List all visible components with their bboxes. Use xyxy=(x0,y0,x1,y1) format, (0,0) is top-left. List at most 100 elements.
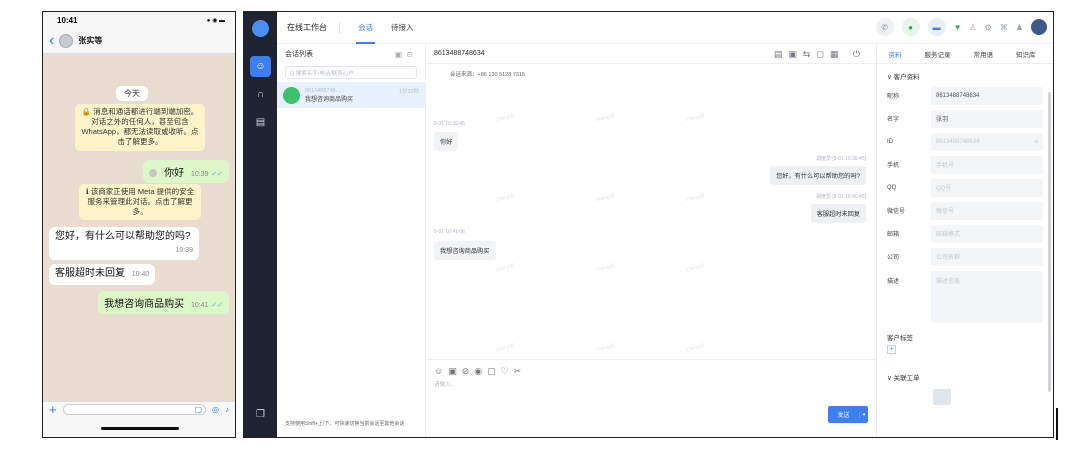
message-input[interactable]: ▢ xyxy=(62,404,207,415)
qq-field[interactable]: QQ号 xyxy=(931,178,1043,197)
microphone-icon[interactable]: ♪ xyxy=(225,405,229,414)
field-label: 昵称 xyxy=(887,94,900,100)
user-icon[interactable]: ♟ xyxy=(1016,23,1023,32)
chevron-down-icon[interactable]: ▾ xyxy=(859,411,868,418)
chat-nav-icon[interactable]: ☺ xyxy=(250,56,271,77)
contact-name[interactable]: 张实等 xyxy=(78,35,102,46)
avatar[interactable] xyxy=(1031,19,1047,35)
conversation-text: 8613488748... 我想咨询商品购买 xyxy=(305,88,399,103)
avatar[interactable] xyxy=(59,33,74,48)
lock-icon: ⌂ xyxy=(1034,138,1038,145)
customer-section-title[interactable]: ∨ 客户资料 xyxy=(877,64,1053,84)
top-bar-actions: ✆ ● ▬ ▼ ♙ ⚙ ⌘ ♟ xyxy=(875,18,1047,36)
field-label: 名字 xyxy=(887,117,900,123)
nickname-field[interactable]: 8613488748634 xyxy=(931,86,1043,105)
agent-message: 您好，有什么可以帮助您的吗? xyxy=(770,166,866,185)
field-label: ID xyxy=(887,138,893,145)
message-time: 10:40 xyxy=(131,271,150,278)
chat-toolbar-icons[interactable]: ▤▣⇆◻▦ ⏻ xyxy=(774,49,866,60)
chat-body: 今天 🔒 消息和通话都进行端到端加密。对话之外的任何人，甚至包含 WhatsAp… xyxy=(43,54,235,403)
back-icon[interactable]: ‹ xyxy=(49,32,54,49)
tab-profile[interactable]: 资料 xyxy=(889,49,902,59)
message-timestamp: 调度员 [6-01 10:39:45] xyxy=(815,156,866,162)
field-label: 微信号 xyxy=(887,209,906,215)
mobile-field[interactable]: 手机号 xyxy=(931,155,1043,174)
field-label: 公司 xyxy=(887,255,900,261)
message-text: 客服超时未回复 xyxy=(55,268,125,279)
contact-icon xyxy=(149,169,158,178)
left-rail: ☺ ∩ ▤ ❐ xyxy=(244,12,277,437)
agent-workspace: ☺ ∩ ▤ ❐ 在线工作台 会话 待接入 ✆ ● ▬ ▼ ♙ ⚙ ⌘ ♟ 会话列… xyxy=(243,11,1054,438)
empty-document-icon xyxy=(933,389,951,405)
message-status[interactable]: ▬ xyxy=(927,18,946,36)
bell-icon[interactable]: ♙ xyxy=(969,23,976,32)
tab-common-phrases[interactable]: 常用语 xyxy=(974,49,994,59)
tab-service-records[interactable]: 服务记录 xyxy=(925,49,951,59)
list-actions-icon[interactable]: ▣⊙ xyxy=(395,50,417,59)
field-label: 邮箱 xyxy=(887,232,900,238)
camera-icon[interactable]: ◎ xyxy=(212,405,219,414)
sticker-icon[interactable]: ▢ xyxy=(194,405,202,414)
email-field[interactable]: 邮箱格式 xyxy=(931,224,1043,243)
tools-icon[interactable]: ⌘ xyxy=(1000,23,1008,32)
field-row: 昵称 8613488748634 xyxy=(877,84,1053,107)
add-tag-button[interactable]: + xyxy=(887,345,896,354)
composer: ☺▣⊘◉▢♡✂ 请输入... 发送 ▾ xyxy=(426,359,876,437)
wechat-field[interactable]: 微信号 xyxy=(931,201,1043,220)
tab-sessions[interactable]: 会话 xyxy=(356,22,375,44)
whatsapp-phone: 10:41 ● ◉ ▬ ‹ 张实等 今天 🔒 消息和通话都进行端到端加密。对话之… xyxy=(42,11,236,438)
status-icons: ● ◉ ▬ xyxy=(206,17,225,24)
status-toggle[interactable]: ● xyxy=(901,18,920,36)
status-bar: 10:41 ● ◉ ▬ xyxy=(43,12,235,28)
edge-marker xyxy=(1056,408,1058,440)
tickets-section-title[interactable]: ∨ 关联工单 xyxy=(877,354,1053,385)
message-time: 10:41 xyxy=(190,302,209,309)
field-row: 公司 公司名称 xyxy=(877,245,1053,268)
conversation-time: 1分30秒 xyxy=(398,89,419,95)
settings-icon[interactable]: ⚙ xyxy=(985,23,992,32)
send-button[interactable]: 发送 ▾ xyxy=(828,406,868,423)
description-field[interactable]: 描述信息 xyxy=(931,271,1043,323)
company-field[interactable]: 公司名称 xyxy=(931,247,1043,266)
field-row: 邮箱 邮箱格式 xyxy=(877,222,1053,245)
copy-nav-icon[interactable]: ❐ xyxy=(250,404,271,425)
field-label: QQ xyxy=(887,184,897,191)
chat-source: 会话来源：+86 130 5128 7315 xyxy=(450,72,526,78)
watermark: zhang羽 xyxy=(495,113,516,123)
list-item[interactable]: 8613488748... 我想咨询商品购买 1分30秒 xyxy=(277,82,425,108)
watermark: zhang羽 xyxy=(495,343,516,353)
list-header: 会话列表 ▣⊙ xyxy=(277,44,425,64)
watermark: zhang羽 xyxy=(595,113,616,123)
search-input[interactable]: Q 搜索名字/电话/联系心户 xyxy=(285,66,417,79)
tab-knowledge-base[interactable]: 知识库 xyxy=(1016,49,1036,59)
id-value: 8613488748634 xyxy=(936,138,980,145)
scrollbar[interactable] xyxy=(1048,92,1051,392)
composer-toolbar-icons[interactable]: ☺▣⊘◉▢♡✂ xyxy=(434,366,526,377)
message-out: 你好 10:39 ✓✓ xyxy=(143,160,229,183)
read-ticks-icon: ✓✓ xyxy=(211,302,223,309)
message-text: 您好，有什么可以帮助您的吗? xyxy=(55,231,191,242)
watermark: zhang羽 xyxy=(685,193,706,203)
read-ticks-icon: ✓✓ xyxy=(211,171,223,178)
message-input[interactable]: 请输入... xyxy=(434,380,455,388)
phone-icon[interactable]: ✆ xyxy=(875,18,894,36)
customer-panel: 资料 服务记录 常用语 知识库 ∨ 客户资料 昵称 8613488748634 … xyxy=(876,44,1053,437)
encryption-notice[interactable]: 🔒 消息和通话都进行端到端加密。对话之外的任何人，甚至包含 WhatsApp，都… xyxy=(75,104,205,151)
agent-message: 客服超时未回复 xyxy=(810,204,866,223)
message-time: 10:39 xyxy=(175,246,193,254)
home-area xyxy=(43,417,235,437)
watermark: zhang羽 xyxy=(685,343,706,353)
plus-icon[interactable]: + xyxy=(49,402,57,417)
headset-nav-icon[interactable]: ∩ xyxy=(250,84,271,105)
document-nav-icon[interactable]: ▤ xyxy=(250,112,271,133)
meta-notice[interactable]: ℹ 该商家正使用 Meta 提供的安全服务来管理此对话。点击了解更多。 xyxy=(79,184,201,221)
field-row: ID 8613488748634 ⌂ xyxy=(877,130,1053,153)
home-indicator[interactable] xyxy=(101,427,179,430)
customer-message: 你好 xyxy=(434,132,459,151)
field-label: 描述 xyxy=(887,279,900,285)
panel-tabs: 资料 服务记录 常用语 知识库 xyxy=(877,44,1053,64)
message-timestamp: 6-01 10:41:06 xyxy=(434,229,465,235)
tab-pending[interactable]: 待接入 xyxy=(391,22,414,33)
app-logo[interactable] xyxy=(252,20,269,37)
name-field[interactable]: 张羽 xyxy=(931,109,1043,128)
